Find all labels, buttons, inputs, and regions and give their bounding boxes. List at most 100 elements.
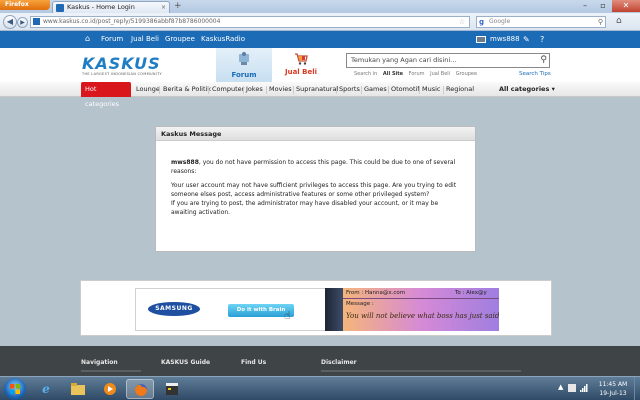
kaskus-footer: Navigation KASKUS Guide Find Us Disclaim… [0,346,640,376]
close-window-icon[interactable]: ✕ [612,0,640,12]
category-music[interactable]: Music [422,82,441,97]
system-clock[interactable]: 11:45 AM 19-Jul-13 [596,380,630,398]
clock-time: 11:45 AM [598,381,628,388]
search-icon[interactable]: ⚲ [540,54,547,67]
show-desktop-button[interactable] [634,377,640,400]
footer-heading-navigation: Navigation [81,359,118,366]
message-reason-2: If you are trying to post, the administr… [171,199,460,217]
scope-jualbeli[interactable]: Jual Beli [430,71,450,77]
topnav-groupee[interactable]: Groupee [165,31,195,48]
home-icon[interactable]: ⌂ [616,16,622,26]
avatar [476,36,486,43]
category-supranatural[interactable]: Supranatural [296,82,338,97]
category-bar: Hot categories Lounge Berita & Politik C… [0,82,640,108]
minimize-icon[interactable]: – [576,0,594,12]
category-lounge[interactable]: Lounge [136,82,160,97]
taskbar-firefox[interactable] [126,379,154,399]
tab-title: Kaskus - Home Login [67,3,135,11]
navigation-toolbar: ◀ ▶ www.kaskus.co.id/post_reply/5199386a… [0,13,640,31]
category-divider [336,86,337,94]
category-jokes[interactable]: Jokes [246,82,263,97]
category-regional[interactable]: Regional [446,82,474,97]
scope-all-site[interactable]: All Site [383,71,403,77]
search-icon[interactable]: ⚲ [598,17,603,27]
message-reason-1: Your user account may not have sufficien… [171,181,460,199]
back-arrow-icon[interactable]: ◀ [3,15,17,29]
kaskus-search-input[interactable]: Temukan yang Agan cari disini... ⚲ [346,53,550,68]
category-divider [243,86,244,94]
category-berita-politik[interactable]: Berita & Politik [163,82,211,97]
new-tab-button[interactable]: + [174,1,182,11]
kaskus-header: KASKUS THE LARGEST INDONESIAN COMMUNITY … [0,48,640,82]
tray-expand-icon[interactable]: ▲ [558,383,563,391]
all-categories-dropdown[interactable]: All categories ▾ [499,82,555,97]
topnav-kaskusradio[interactable]: KaskusRadio [201,31,245,48]
category-games[interactable]: Games [364,82,387,97]
taskbar-internet-explorer[interactable]: e [32,379,60,399]
scope-groupee[interactable]: Groupee [456,71,477,77]
kaskus-favicon-icon [56,4,64,12]
user-menu[interactable]: mws888 [476,31,520,48]
topnav-forum[interactable]: Forum [101,31,123,48]
topnav-jualbeli[interactable]: Jual Beli [131,31,159,48]
ad-email-from: From : Hanna@x.com [346,290,406,296]
windows-taskbar: e ▲ 11:45 AM 19-Jul-13 [0,376,640,400]
kaskus-logo[interactable]: KASKUS THE LARGEST INDONESIAN COMMUNITY [82,56,172,78]
taskbar-explorer[interactable] [64,379,92,399]
category-divider [443,86,444,94]
tab-forum[interactable]: Forum [216,48,272,82]
category-divider [361,86,362,94]
internet-explorer-icon: e [42,382,50,396]
tab-jualbeli-label: Jual Beli [284,68,318,76]
home-icon[interactable]: ⌂ [85,34,90,44]
username: mws888 [490,35,520,43]
url-bar[interactable]: www.kaskus.co.id/post_reply/5199386abbf8… [30,16,470,28]
bookmark-star-icon[interactable]: ☆ [459,17,465,27]
forum-icon [239,52,249,65]
tab-jualbeli[interactable]: Jual Beli [276,48,326,82]
message-reason-1-text: Your user account may not have sufficien… [171,182,457,198]
browser-search-input[interactable]: g Google ⚲ [476,16,606,28]
browser-tab-strip: Firefox Kaskus - Home Login × + – ▫ ✕ [0,0,640,13]
kaskus-message-panel: Kaskus Message mws888, you do not have p… [155,126,476,252]
action-center-icon[interactable] [568,384,576,392]
network-signal-icon[interactable] [580,384,588,392]
samsung-logo: SAMSUNG [148,302,200,316]
message-body: mws888, you do not have permission to ac… [156,141,475,217]
help-icon[interactable]: ? [540,31,544,48]
chevron-down-icon: ▾ [551,85,555,93]
ad-email-to: To : Alex@y [455,290,487,296]
category-computer[interactable]: Computer [212,82,244,97]
category-divider [159,86,160,94]
start-button[interactable] [4,378,26,400]
category-divider [388,86,389,94]
message-title: Kaskus Message [156,127,475,141]
samsung-ad[interactable]: SAMSUNG Do it with Brain ☝ [135,288,327,331]
category-otomotif[interactable]: Otomotif [391,82,420,97]
taskbar-video-editor[interactable] [158,379,186,399]
taskbar-media-player[interactable] [96,379,124,399]
browser-search-placeholder: Google [489,18,511,25]
search-tips-link[interactable]: Search Tips [519,71,551,77]
forward-arrow-icon[interactable]: ▶ [17,17,28,28]
firefox-menu-button[interactable]: Firefox [0,0,50,10]
message-intro-text: , you do not have permission to access t… [171,159,456,175]
category-divider [208,86,209,94]
shopping-cart-icon [295,53,308,65]
category-divider [293,86,294,94]
edit-pencil-icon[interactable]: ✎ [523,31,530,48]
browser-tab[interactable]: Kaskus - Home Login × [52,1,170,13]
firefox-icon [135,384,147,396]
category-sports[interactable]: Sports [339,82,360,97]
message-reason-2-text: If you are trying to post, the administr… [171,200,439,216]
url-text: www.kaskus.co.id/post_reply/5199386abbf8… [43,18,221,25]
kaskus-topbar: ⌂ Forum Jual Beli Groupee KaskusRadio mw… [0,31,640,48]
maximize-icon[interactable]: ▫ [594,0,612,12]
hot-categories-tab[interactable]: Hot categories [81,82,131,108]
close-tab-icon[interactable]: × [161,2,166,13]
category-movies[interactable]: Movies [269,82,292,97]
scope-forum[interactable]: Forum [409,71,425,77]
ad-divider [343,298,499,299]
tab-forum-label: Forum [231,71,257,79]
ad-phone-image[interactable]: From : Hanna@x.com To : Alex@y Message :… [325,288,499,331]
